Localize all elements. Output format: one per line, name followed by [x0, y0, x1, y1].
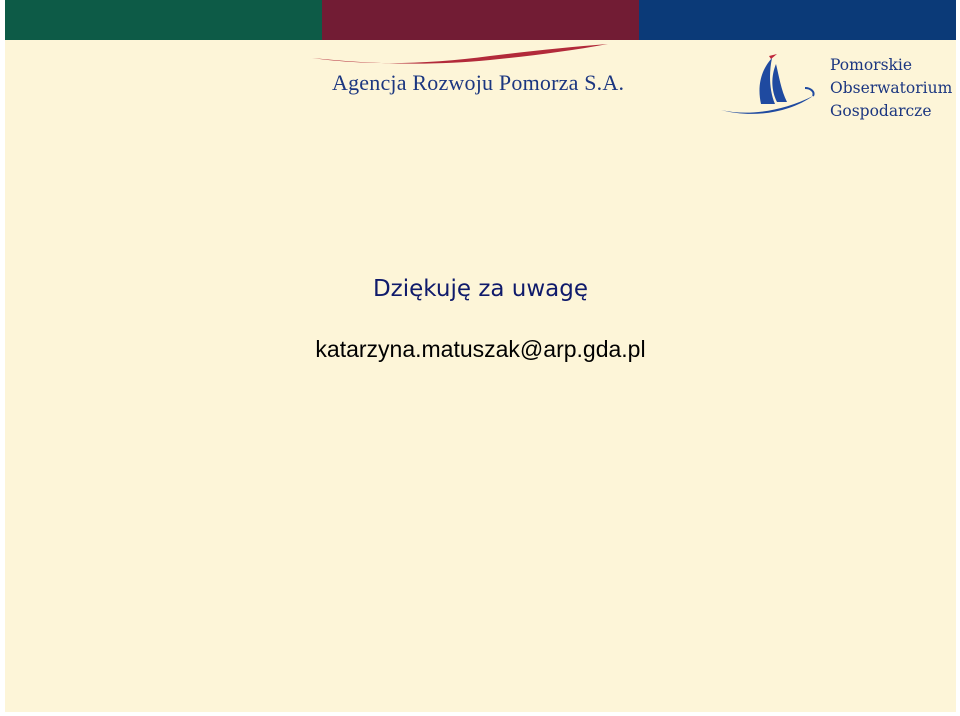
header-stripe-navy — [639, 0, 956, 40]
pog-name-line-1: Pomorskie — [830, 56, 913, 74]
header-stripe-maroon — [322, 0, 639, 40]
pog-name-line-3: Gospodarcze — [830, 102, 932, 120]
pog-logo: Pomorskie Obserwatorium Gospodarcze — [717, 50, 952, 122]
arp-logo: Agencja Rozwoju Pomorza S.A. — [310, 42, 624, 102]
pog-name-line-2: Obserwatorium — [830, 79, 953, 97]
sailboat-icon — [721, 54, 815, 114]
thanks-text: Dziękuję za uwagę — [372, 276, 589, 302]
arp-swoosh-icon — [312, 44, 608, 64]
slide: Agencja Rozwoju Pomorza S.A. Pomorskie O… — [5, 0, 956, 712]
pog-name: Pomorskie Obserwatorium Gospodarcze — [830, 54, 952, 123]
header-stripe-green — [5, 0, 322, 40]
arp-name: Agencja Rozwoju Pomorza S.A. — [332, 70, 625, 95]
email-address[interactable]: katarzyna.matuszak@arp.gda.pl — [5, 336, 956, 363]
